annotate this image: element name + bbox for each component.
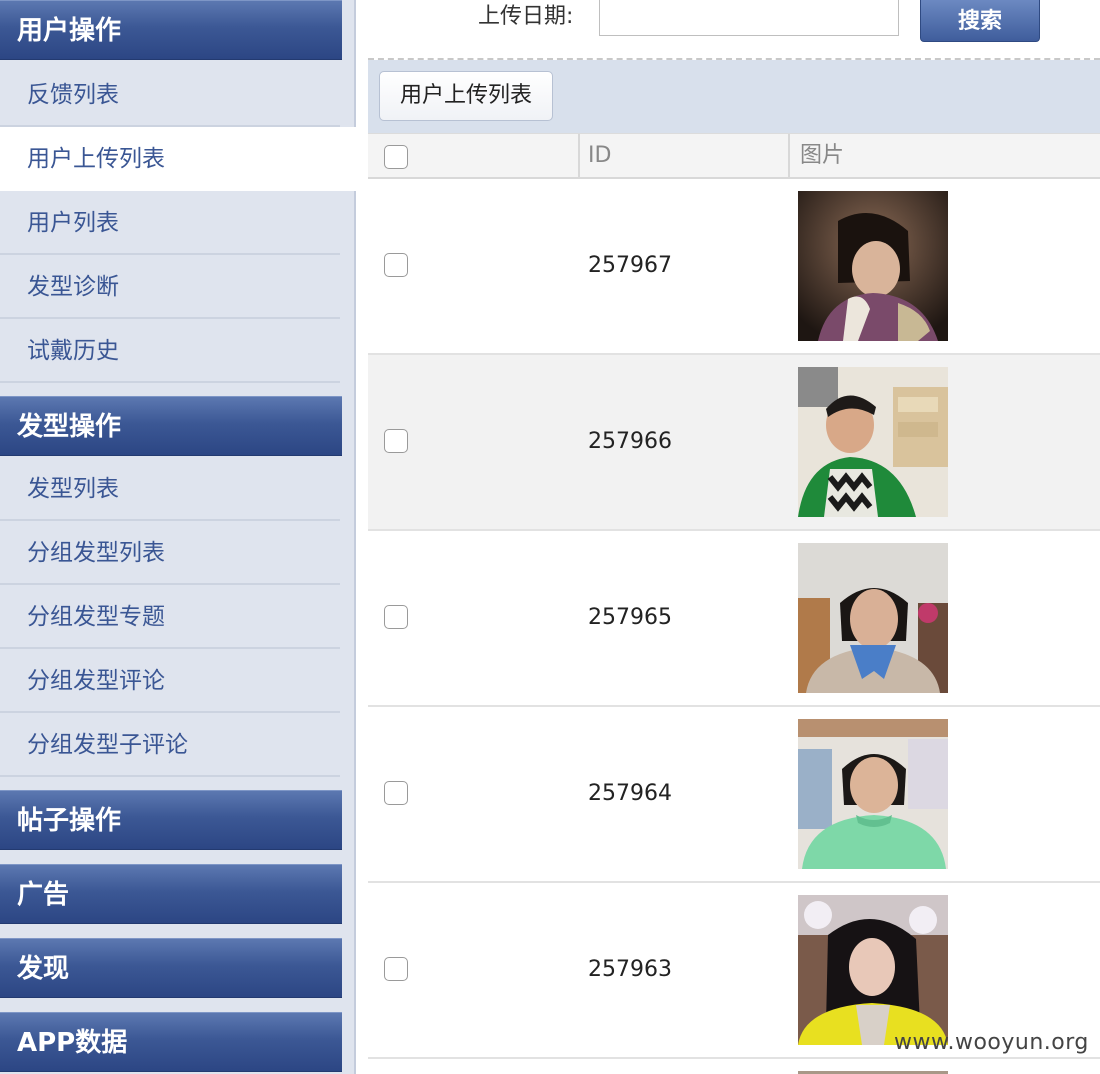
upload-photo[interactable] <box>798 191 948 341</box>
select-all-checkbox[interactable] <box>384 145 408 169</box>
column-header-image: 图片 <box>800 143 845 168</box>
sidebar-item-user-list[interactable]: 用户列表 <box>0 191 354 255</box>
upload-photo[interactable] <box>798 719 948 869</box>
watermark: www.wooyun.org <box>894 1030 1089 1055</box>
table-row: 257966 <box>368 355 1100 531</box>
sidebar-item-group-hairstyle-list[interactable]: 分组发型列表 <box>0 521 354 585</box>
upload-photo[interactable] <box>798 367 948 517</box>
row-checkbox[interactable] <box>384 957 408 981</box>
sidebar: 用户操作 反馈列表 用户上传列表 用户列表 发型诊断 试戴历史 发型操作 发型列… <box>0 0 356 1074</box>
section-discover[interactable]: 发现 <box>0 938 342 998</box>
row-id: 257965 <box>588 605 672 630</box>
row-checkbox[interactable] <box>384 781 408 805</box>
sidebar-item-hair-diagnosis[interactable]: 发型诊断 <box>0 255 354 319</box>
sidebar-item-group-hairstyle-topic[interactable]: 分组发型专题 <box>0 585 354 649</box>
tab-user-upload-list[interactable]: 用户上传列表 <box>379 71 553 121</box>
row-checkbox[interactable] <box>384 253 408 277</box>
upload-table: ID 图片 257967 257966 257965 257964 257963 <box>368 133 1100 1059</box>
sidebar-item-user-upload-list[interactable]: 用户上传列表 <box>0 127 356 191</box>
section-user-ops[interactable]: 用户操作 <box>0 0 342 60</box>
upload-date-input[interactable] <box>599 0 899 36</box>
upload-photo[interactable] <box>798 895 948 1045</box>
photo-woman-blue-scarf <box>798 543 948 693</box>
row-id: 257964 <box>588 781 672 806</box>
photo-woman-yellow-jacket <box>798 895 948 1045</box>
row-id: 257963 <box>588 957 672 982</box>
row-checkbox[interactable] <box>384 605 408 629</box>
row-id: 257967 <box>588 253 672 278</box>
column-header-id: ID <box>588 143 612 168</box>
column-divider <box>788 134 790 178</box>
sidebar-item-hairstyle-list[interactable]: 发型列表 <box>0 457 354 521</box>
upload-date-label: 上传日期: <box>478 4 574 29</box>
photo-boy-green-jacket <box>798 367 948 517</box>
table-row: 257964 <box>368 707 1100 883</box>
upload-photo[interactable] <box>798 543 948 693</box>
sidebar-item-try-on-history[interactable]: 试戴历史 <box>0 319 354 383</box>
section-hairstyle-ops[interactable]: 发型操作 <box>0 396 342 456</box>
photo-girl-green-sweater <box>798 719 948 869</box>
photo-woman-dark-room <box>798 191 948 341</box>
row-checkbox[interactable] <box>384 429 408 453</box>
section-post-ops[interactable]: 帖子操作 <box>0 790 342 850</box>
row-id: 257966 <box>588 429 672 454</box>
table-row: 257967 <box>368 179 1100 355</box>
sidebar-item-group-hairstyle-comment[interactable]: 分组发型评论 <box>0 649 354 713</box>
section-app-data[interactable]: APP数据 <box>0 1012 342 1072</box>
table-row: 257965 <box>368 531 1100 707</box>
search-button[interactable]: 搜索 <box>920 0 1040 42</box>
tab-strip: 用户上传列表 <box>368 60 1100 133</box>
sidebar-item-group-hairstyle-subcomment[interactable]: 分组发型子评论 <box>0 713 354 777</box>
table-header: ID 图片 <box>368 133 1100 179</box>
column-divider <box>578 134 580 178</box>
sidebar-item-feedback-list[interactable]: 反馈列表 <box>0 63 354 127</box>
section-ads[interactable]: 广告 <box>0 864 342 924</box>
